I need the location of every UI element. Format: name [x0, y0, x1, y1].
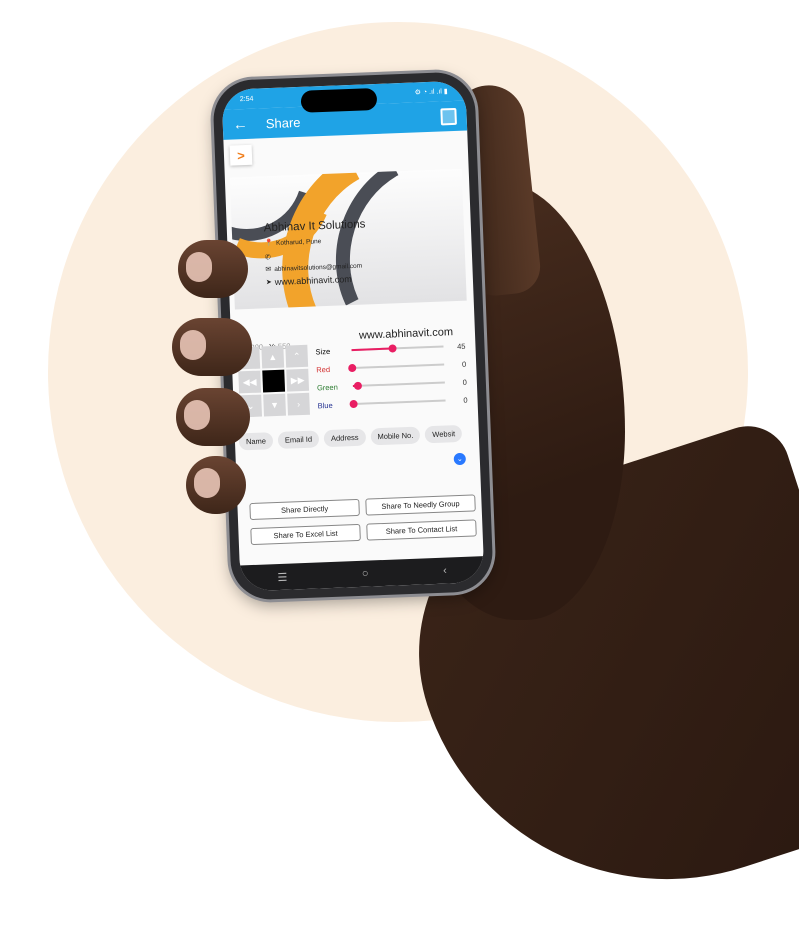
dynamic-island — [300, 87, 378, 113]
middle-finger — [172, 318, 252, 376]
slider-knob[interactable] — [388, 344, 398, 353]
phone: 2:54 ⚙ ◔ .ıl .ıl ▮ ← Share > Abhinav It … — [212, 71, 494, 601]
arrow-left-icon[interactable]: ← — [232, 115, 248, 133]
fingernail — [180, 330, 206, 360]
status-time: 2:54 — [239, 95, 254, 103]
move-up-button[interactable]: ▲ — [261, 345, 285, 369]
menu-icon[interactable]: ☰ — [277, 570, 287, 583]
slider-knob[interactable] — [349, 399, 358, 409]
green-slider[interactable] — [352, 381, 445, 391]
share-directly-button[interactable]: Share Directly — [249, 498, 360, 521]
phone-icon: ✆ — [264, 254, 271, 262]
move-up-right-button[interactable]: ⌃ — [285, 344, 309, 368]
mail-icon: ✉ — [265, 266, 272, 274]
slider-value: 0 — [462, 377, 468, 387]
chevron-down-icon[interactable]: ⌄ — [453, 452, 467, 466]
share-contact-list-button[interactable]: Share To Contact List — [366, 519, 477, 541]
card-location: Kotharud, Pune — [275, 237, 322, 247]
expand-button[interactable]: > — [229, 144, 253, 166]
share-buttons: Share Directly Share To Needly Group Sha… — [249, 494, 477, 546]
move-right-button[interactable]: ▶▶ — [286, 368, 310, 392]
chip-mobile[interactable]: Mobile No. — [370, 426, 421, 446]
move-down-right-button[interactable]: › — [287, 392, 310, 416]
slider-knob[interactable] — [353, 381, 362, 391]
home-icon[interactable]: ○ — [362, 568, 369, 580]
chip-email[interactable]: Email Id — [277, 430, 320, 449]
slider-value: 0 — [461, 359, 467, 369]
slider-knob[interactable] — [348, 363, 357, 373]
chevron-right-icon: > — [236, 147, 246, 163]
slider-label: Size — [315, 346, 331, 356]
slider-label: Blue — [317, 400, 333, 410]
slider-value: 0 — [463, 395, 468, 405]
blue-slider[interactable] — [349, 399, 446, 409]
back-icon[interactable]: ‹ — [443, 565, 447, 577]
fingernail — [184, 400, 210, 430]
system-nav-bar: ☰ ○ ‹ — [239, 556, 485, 592]
cursor-icon: ➤ — [265, 279, 272, 287]
edit-controls: ‹ ▲ ⌃ ◀◀ ▶▶ ⌄ ▼ › Size 45 Red 0 — [237, 339, 472, 428]
status-indicators: ⚙ ◔ .ıl .ıl ▮ — [414, 88, 448, 97]
move-left-button[interactable]: ◀◀ — [238, 370, 262, 394]
slider-value: 45 — [456, 341, 466, 351]
chip-name[interactable]: Name — [238, 432, 274, 451]
slider-label: Green — [316, 382, 338, 392]
save-icon[interactable] — [440, 107, 457, 125]
fingernail — [194, 468, 220, 498]
location-pin-icon: 📍 — [264, 240, 274, 248]
chip-address[interactable]: Address — [323, 428, 366, 448]
share-needly-group-button[interactable]: Share To Needly Group — [365, 494, 476, 516]
ring-finger — [176, 388, 250, 446]
share-excel-list-button[interactable]: Share To Excel List — [250, 523, 361, 546]
field-chips: Name Email Id Address Mobile No. Websit — [238, 424, 463, 451]
little-finger — [186, 456, 246, 514]
business-card-preview: Abhinav It Solutions 📍 Kotharud, Pune ✆ … — [229, 168, 467, 310]
slider-panel: Size 45 Red 0 Green 0 Blue 0 — [315, 337, 468, 415]
fingernail — [186, 252, 212, 282]
move-down-button[interactable]: ▼ — [263, 393, 287, 417]
color-swatch[interactable] — [262, 369, 286, 393]
size-slider[interactable] — [351, 344, 444, 353]
phone-screen: 2:54 ⚙ ◔ .ıl .ıl ▮ ← Share > Abhinav It … — [221, 80, 485, 592]
index-finger — [178, 240, 248, 298]
page-title: Share — [265, 114, 301, 131]
red-slider[interactable] — [348, 363, 445, 373]
card-phone-row: ✆ — [265, 253, 274, 261]
chip-website[interactable]: Websit — [425, 424, 463, 444]
slider-label: Red — [316, 364, 331, 374]
